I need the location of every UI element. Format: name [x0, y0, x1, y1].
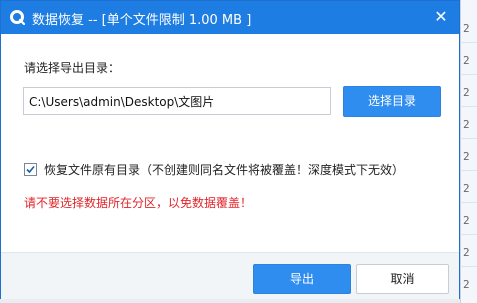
checkmark-icon — [26, 165, 35, 174]
choose-directory-button[interactable]: 选择目录 — [343, 86, 441, 117]
background-row-divider — [460, 106, 477, 107]
export-directory-label: 请选择导出目录： — [24, 61, 121, 75]
background-row-mark: 2 — [463, 246, 470, 259]
dialog-title: 数据恢复 -- [单个文件限制 1.00 MB ] — [32, 13, 252, 28]
keep-structure-checkbox[interactable] — [24, 163, 37, 176]
background-row-mark: 2 — [463, 182, 470, 195]
background-row-mark: 2 — [463, 150, 470, 163]
titlebar[interactable]: 数据恢复 -- [单个文件限制 1.00 MB ] ✕ — [1, 1, 459, 34]
background-row-divider — [460, 170, 477, 171]
cancel-button[interactable]: 取消 — [356, 264, 449, 294]
background-row-divider — [460, 234, 477, 235]
close-icon[interactable]: ✕ — [431, 7, 451, 27]
background-row-mark: 2 — [463, 118, 470, 131]
background-row-mark: 2 — [463, 86, 470, 99]
export-button[interactable]: 导出 — [253, 264, 351, 294]
background-row-mark: 2 — [463, 54, 470, 67]
background-row-divider — [460, 138, 477, 139]
background-row-divider — [460, 74, 477, 75]
background-row-divider — [460, 266, 477, 267]
dialog-shadow — [0, 299, 460, 303]
keep-structure-option[interactable]: 恢复文件原有目录（不创建则同名文件将被覆盖！深度模式下无效） — [24, 161, 404, 178]
recovery-app-icon — [9, 9, 26, 26]
data-recovery-dialog: 数据恢复 -- [单个文件限制 1.00 MB ] ✕ 请选择导出目录： 选择目… — [0, 0, 460, 299]
background-row-divider — [460, 42, 477, 43]
partition-warning-text: 请不要选择数据所在分区，以免数据覆盖！ — [24, 196, 253, 210]
background-row-mark: 2 — [463, 214, 470, 227]
keep-structure-label: 恢复文件原有目录（不创建则同名文件将被覆盖！深度模式下无效） — [44, 163, 405, 177]
background-row-mark: 2 — [463, 22, 470, 35]
background-row-mark: 2 — [463, 278, 470, 291]
export-path-input[interactable] — [23, 87, 331, 115]
background-row-divider — [460, 202, 477, 203]
